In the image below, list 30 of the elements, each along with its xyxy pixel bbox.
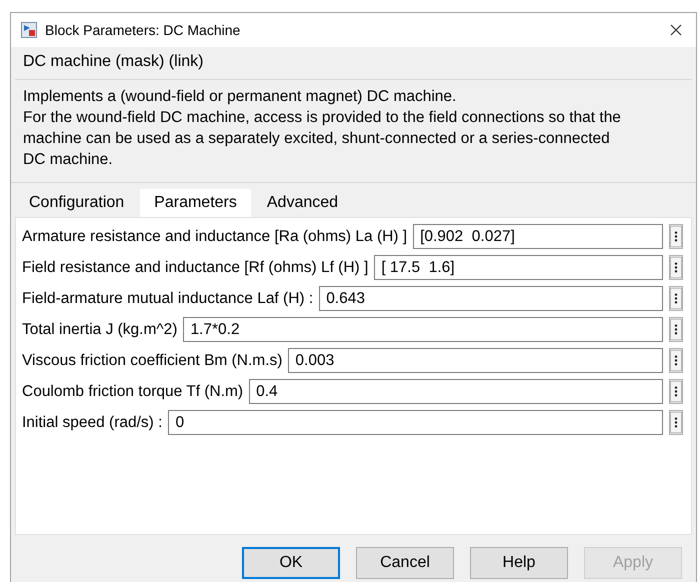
dialog-button[interactable]: Help: [470, 547, 568, 579]
dialog-button[interactable]: Cancel: [356, 547, 454, 579]
more-options-icon[interactable]: [669, 286, 683, 311]
parameter-field[interactable]: 0.643: [319, 286, 663, 311]
more-options-icon[interactable]: [669, 317, 683, 342]
parameter-field[interactable]: 0.4: [249, 379, 663, 404]
more-options-icon[interactable]: [669, 224, 683, 249]
window-title: Block Parameters: DC Machine: [45, 22, 242, 38]
app-icon: [21, 22, 37, 38]
parameter-label: Initial speed (rad/s) :: [22, 414, 162, 432]
more-options-icon[interactable]: [669, 410, 683, 435]
mask-title: DC machine (mask) (link): [22, 52, 204, 72]
tab[interactable]: Parameters: [140, 189, 251, 217]
more-options-icon[interactable]: [669, 379, 683, 404]
parameter-field[interactable]: 0: [168, 410, 663, 435]
more-options-icon[interactable]: [669, 348, 683, 373]
close-icon[interactable]: [670, 24, 682, 36]
parameter-label: Field-armature mutual inductance Laf (H) :: [22, 290, 314, 308]
more-options-icon[interactable]: [669, 255, 683, 280]
parameter-label: Field resistance and inductance [Rf (ohms) Lf (H) ]: [22, 258, 368, 276]
parameter-label: Total inertia J (kg.m^2): [22, 320, 178, 338]
parameter-field[interactable]: 0.003: [288, 348, 663, 373]
parameter-field[interactable]: [ 17.5 1.6]: [374, 255, 663, 280]
parameter-label: Armature resistance and inductance [Ra (ohms) La (H) ]: [22, 228, 408, 246]
parameter-label: Viscous friction coefficient Bm (N.m.s): [22, 352, 282, 370]
parameter-label: Coulomb friction torque Tf (N.m): [22, 382, 244, 400]
description-text: Implements a (wound-field or permanent magnet) DC machine. For the wound-field DC machine, access is provided to the field connections so that the machine can be used as a separately excited, shunt-connected or a series-connected DC machine.: [15, 79, 692, 178]
parameter-field[interactable]: [0.902 0.027]: [413, 224, 663, 249]
parameter-field[interactable]: 1.7*0.2: [183, 317, 663, 342]
dialog-button[interactable]: OK: [242, 547, 340, 579]
